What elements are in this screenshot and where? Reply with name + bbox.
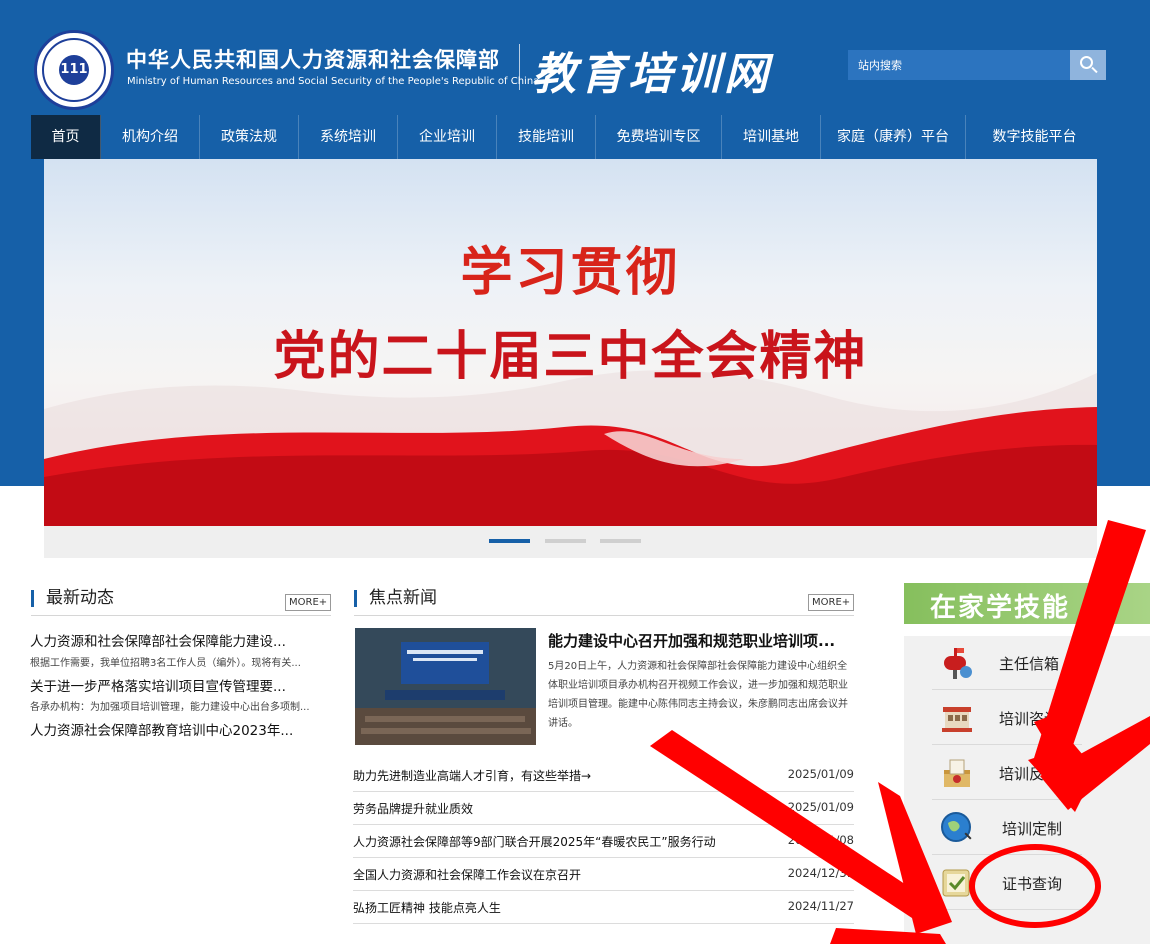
banner-headline-1: 学习贯彻 xyxy=(460,243,681,303)
service-list: 主任信箱 培训咨询 培训反馈 培训定制 证书查询 xyxy=(904,636,1150,944)
building-icon xyxy=(942,707,972,732)
latest-section-title: 最新动态 xyxy=(31,590,114,607)
org-name-en: Ministry of Human Resources and Social S… xyxy=(127,76,540,87)
org-name-cn[interactable]: 中华人民共和国人力资源和社会保障部 xyxy=(126,44,500,74)
header-divider xyxy=(519,44,520,90)
table-row[interactable]: 助力先进制造业高端人才引育，有这些举措→ 2025/01/09 xyxy=(353,759,854,792)
nav-item-digital-skills[interactable]: 数字技能平台 xyxy=(966,115,1103,159)
news-title[interactable]: 全国人力资源和社会保障工作会议在京召开 xyxy=(353,866,581,883)
nav-item-training-base[interactable]: 培训基地 xyxy=(722,115,821,159)
mailbox-icon xyxy=(944,648,972,679)
news-date: 2025/01/08 xyxy=(787,833,854,847)
certificate-icon xyxy=(942,869,970,897)
site-header: 111 中华人民共和国人力资源和社会保障部 Ministry of Human … xyxy=(0,0,1150,112)
slider-dot-1[interactable] xyxy=(489,539,530,543)
news-date: 2025/01/09 xyxy=(787,800,854,814)
search-button[interactable] xyxy=(1070,50,1106,80)
latest-item-desc: 根据工作需要，我单位招聘3名工作人员（编外）。现将有关... xyxy=(30,658,301,669)
focus-divider xyxy=(354,615,854,616)
globe-icon xyxy=(941,812,972,842)
latest-item-title[interactable]: 人力资源和社会保障部社会保障能力建设... xyxy=(30,630,330,650)
learn-at-home-banner[interactable]: 在家学技能 xyxy=(904,583,1150,624)
focus-section-title: 焦点新闻 xyxy=(354,590,437,607)
slider-dot-3[interactable] xyxy=(600,539,641,543)
news-title[interactable]: 弘扬工匠精神 技能点亮人生 xyxy=(353,899,501,916)
latest-divider xyxy=(31,615,331,616)
sidebar: 在家学技能 主任信箱 培训咨询 培训反馈 培训定制 证书查询 xyxy=(904,583,1150,944)
sidebar-item-certificate-query[interactable]: 证书查询 xyxy=(932,856,1082,910)
focus-lead-desc: 5月20日上午，人力资源和社会保障部社会保障能力建设中心组织全体职业培训项目承办… xyxy=(548,661,848,729)
news-title[interactable]: 助力先进制造业高端人才引育，有这些举措→ xyxy=(353,767,591,784)
slider-dot-2[interactable] xyxy=(545,539,586,543)
focus-more-link[interactable]: MORE+ xyxy=(808,594,855,611)
focus-lead-image[interactable] xyxy=(355,628,536,745)
sidebar-item-director-mailbox[interactable]: 主任信箱 xyxy=(932,636,1082,690)
nav-item-family-care[interactable]: 家庭（康养）平台 xyxy=(821,115,966,159)
news-date: 2024/11/27 xyxy=(787,899,854,913)
nav-item-about[interactable]: 机构介绍 xyxy=(101,115,200,159)
sidebar-item-label: 主任信箱 xyxy=(999,655,1060,673)
table-row[interactable]: 劳务品牌提升就业质效 2025/01/09 xyxy=(353,792,854,825)
sidebar-item-label: 证书查询 xyxy=(1002,875,1063,893)
table-row[interactable]: 弘扬工匠精神 技能点亮人生 2024/11/27 xyxy=(353,891,854,924)
latest-item-title[interactable]: 人力资源社会保障部教育培训中心2023年... xyxy=(30,719,330,739)
nav-item-enterprise-training[interactable]: 企业培训 xyxy=(398,115,497,159)
sidebar-item-training-consult[interactable]: 培训咨询 xyxy=(932,691,1082,745)
search-input[interactable] xyxy=(848,50,1070,80)
sidebar-item-custom-training[interactable]: 培训定制 xyxy=(932,801,1082,855)
focus-lead-title[interactable]: 能力建设中心召开加强和规范职业培训项... xyxy=(548,630,854,651)
site-name[interactable]: 教育培训网 xyxy=(532,38,772,102)
sidebar-item-training-feedback[interactable]: 培训反馈 xyxy=(932,746,1082,800)
table-row[interactable]: 人力资源社会保障部等9部门联合开展2025年“春暖农民工”服务行动 2025/0… xyxy=(353,825,854,858)
banner-slider-controls xyxy=(44,526,1097,558)
news-title[interactable]: 人力资源社会保障部等9部门联合开展2025年“春暖农民工”服务行动 xyxy=(353,833,716,850)
nav-item-home[interactable]: 首页 xyxy=(31,115,101,159)
sidebar-item-label: 培训定制 xyxy=(1002,820,1063,838)
search-icon-handle xyxy=(1091,66,1098,74)
learn-at-home-label: 在家学技能 xyxy=(930,593,1071,623)
nav-item-free-training[interactable]: 免费培训专区 xyxy=(596,115,722,159)
news-date: 2024/12/31 xyxy=(787,866,854,880)
ballot-box-icon xyxy=(944,759,970,787)
ministry-emblem-logo[interactable]: 111 xyxy=(34,30,114,110)
emblem-mark: 111 xyxy=(59,55,89,85)
hero-banner[interactable]: 学习贯彻 党的二十届三中全会精神 xyxy=(44,159,1097,526)
banner-headline-2: 党的二十届三中全会精神 xyxy=(273,327,868,387)
sidebar-item-label: 培训反馈 xyxy=(999,765,1060,783)
news-date: 2025/01/09 xyxy=(787,767,854,781)
meeting-photo xyxy=(355,628,536,745)
news-title[interactable]: 劳务品牌提升就业质效 xyxy=(353,800,473,817)
latest-item-desc: 各承办机构：为加强项目培训管理，能力建设中心出台多项制... xyxy=(30,702,310,713)
site-search xyxy=(848,50,1106,80)
main-nav: 首页 机构介绍 政策法规 系统培训 企业培训 技能培训 免费培训专区 培训基地 … xyxy=(31,115,1103,159)
table-row[interactable]: 全国人力资源和社会保障工作会议在京召开 2024/12/31 xyxy=(353,858,854,891)
nav-item-skills-training[interactable]: 技能培训 xyxy=(497,115,596,159)
nav-item-policy[interactable]: 政策法规 xyxy=(200,115,299,159)
latest-more-link[interactable]: MORE+ xyxy=(285,594,332,611)
latest-item-title[interactable]: 关于进一步严格落实培训项目宣传管理要... xyxy=(30,675,330,695)
nav-item-system-training[interactable]: 系统培训 xyxy=(299,115,398,159)
sidebar-item-label: 培训咨询 xyxy=(999,710,1060,728)
